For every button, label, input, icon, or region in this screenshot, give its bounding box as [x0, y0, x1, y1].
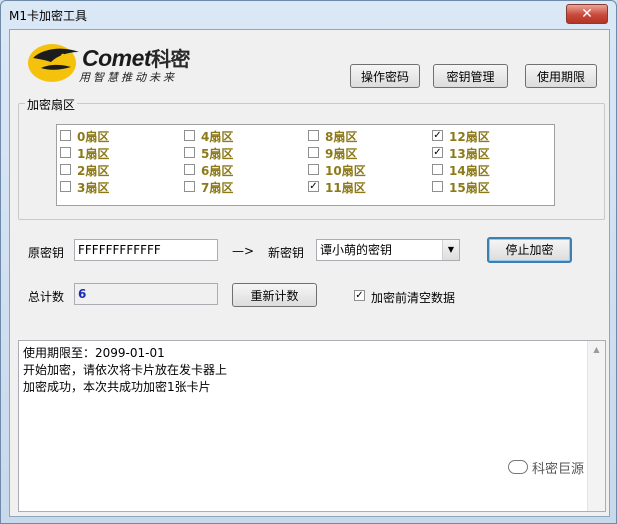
- watermark: 科密巨源: [508, 458, 584, 477]
- stop-encrypt-button[interactable]: 停止加密: [487, 237, 572, 263]
- arrow-label: —>: [232, 244, 255, 258]
- sector-groupbox: 加密扇区 0扇区 1扇区 2扇区 3扇区 4扇区 5扇区 6扇区 7扇区 8扇区…: [18, 96, 605, 220]
- log-line: 开始加密，请依次将卡片放在发卡器上: [23, 363, 228, 377]
- sector-0-checkbox[interactable]: [60, 130, 71, 141]
- sector-12-checkbox[interactable]: ✓: [432, 130, 443, 141]
- old-key-input[interactable]: FFFFFFFFFFFF: [74, 239, 218, 261]
- sector-group-label: 加密扇区: [25, 96, 78, 113]
- sector-15-checkbox[interactable]: [432, 181, 443, 192]
- logo-wordmark: Comet科密: [82, 45, 191, 71]
- window-title: M1卡加密工具: [9, 9, 87, 23]
- validity-period-button[interactable]: 使用期限: [525, 64, 597, 88]
- clear-data-checkbox[interactable]: ✓: [354, 290, 365, 301]
- sector-1-checkbox[interactable]: [60, 147, 71, 158]
- sector-3-checkbox[interactable]: [60, 181, 71, 192]
- sector-11-checkbox[interactable]: ✓: [308, 181, 319, 192]
- sector-13-checkbox[interactable]: ✓: [432, 147, 443, 158]
- sector-14-checkbox[interactable]: [432, 164, 443, 175]
- clear-data-label[interactable]: 加密前清空数据: [371, 289, 455, 306]
- key-management-button[interactable]: 密钥管理: [433, 64, 508, 88]
- sector-2-checkbox[interactable]: [60, 164, 71, 175]
- sector-4-checkbox[interactable]: [184, 130, 195, 141]
- client-area: Comet科密 用智慧推动未来 操作密码 密钥管理 使用期限 加密扇区 0扇区 …: [9, 29, 610, 517]
- sector-list: 0扇区 1扇区 2扇区 3扇区 4扇区 5扇区 6扇区 7扇区 8扇区 9扇区 …: [56, 124, 555, 206]
- old-key-label: 原密钥: [28, 246, 65, 260]
- logo-tagline: 用智慧推动未来: [79, 71, 177, 84]
- close-button[interactable]: ✕: [566, 4, 608, 24]
- sector-10-checkbox[interactable]: [308, 164, 319, 175]
- sector-7-checkbox[interactable]: [184, 181, 195, 192]
- new-key-select[interactable]: 谭小萌的密钥 ▼: [316, 239, 460, 261]
- title-bar[interactable]: M1卡加密工具 ✕: [1, 1, 616, 29]
- log-scrollbar[interactable]: ▲: [587, 341, 605, 511]
- sector-6-checkbox[interactable]: [184, 164, 195, 175]
- comet-logo: Comet科密 用智慧推动未来: [27, 40, 217, 84]
- sector-9-checkbox[interactable]: [308, 147, 319, 158]
- log-line: 加密成功，本次共成功加密1张卡片: [23, 380, 211, 394]
- log-textarea[interactable]: 使用期限至：2099-01-01 开始加密，请依次将卡片放在发卡器上 加密成功，…: [18, 340, 606, 512]
- total-count-value: 6: [74, 283, 218, 305]
- sector-5-checkbox[interactable]: [184, 147, 195, 158]
- sector-8-checkbox[interactable]: [308, 130, 319, 141]
- eagle-logo-icon: [28, 44, 79, 82]
- log-line: 使用期限至：2099-01-01: [23, 346, 165, 360]
- chevron-down-icon[interactable]: ▼: [442, 240, 459, 260]
- operation-password-button[interactable]: 操作密码: [350, 64, 420, 88]
- recount-button[interactable]: 重新计数: [232, 283, 317, 307]
- scroll-up-icon[interactable]: ▲: [588, 341, 605, 358]
- app-window: M1卡加密工具 ✕ Comet科密 用智慧推动未来 操作密码 密钥管理 使用期限…: [0, 0, 617, 524]
- new-key-value: 谭小萌的密钥: [320, 243, 393, 257]
- new-key-label: 新密钥: [268, 246, 305, 260]
- wechat-icon: [508, 460, 528, 474]
- total-count-label: 总计数: [28, 290, 65, 304]
